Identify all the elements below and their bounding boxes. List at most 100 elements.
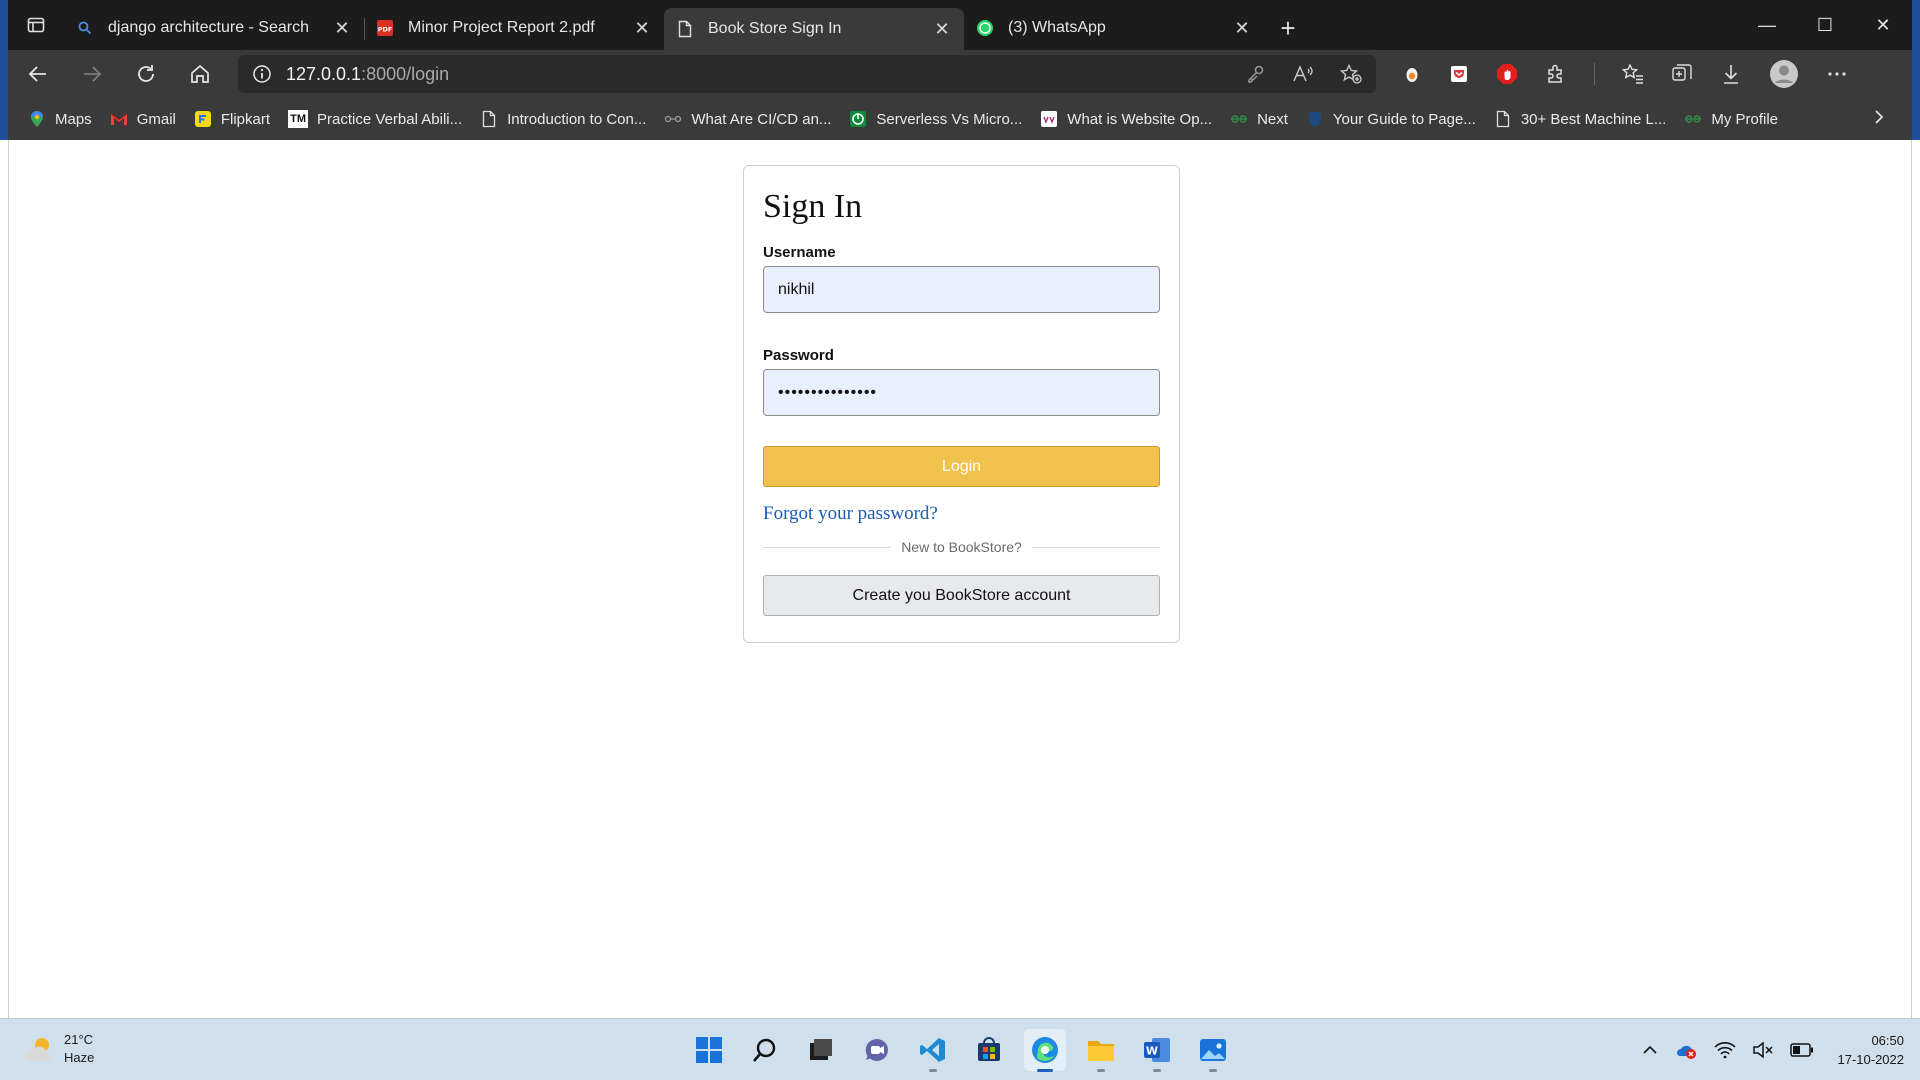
bookmark-label: Practice Verbal Abili...: [317, 110, 463, 128]
tab-actions-button[interactable]: [8, 0, 64, 50]
bookmark-cicd[interactable]: What Are CI/CD an...: [664, 110, 831, 128]
bookmark-your-guide[interactable]: Your Guide to Page...: [1306, 110, 1476, 128]
collections-icon[interactable]: [1671, 63, 1693, 85]
bookmark-practice-verbal[interactable]: TM Practice Verbal Abili...: [288, 110, 462, 128]
tab-minor-project-pdf[interactable]: PDF Minor Project Report 2.pdf ✕: [364, 8, 664, 48]
bookmark-machine-learning[interactable]: 30+ Best Machine L...: [1494, 110, 1666, 128]
maximize-icon[interactable]: ☐: [1796, 15, 1854, 36]
cicd-icon: [664, 110, 682, 128]
word-icon: W: [1144, 1038, 1170, 1062]
tab-close-icon[interactable]: ✕: [932, 19, 952, 40]
add-favorite-icon[interactable]: [1340, 64, 1362, 84]
document-icon: [480, 110, 498, 128]
bookmark-website-optimization[interactable]: What is Website Op...: [1040, 110, 1212, 128]
refresh-button[interactable]: [122, 54, 170, 94]
battery-icon[interactable]: [1789, 1043, 1814, 1057]
taskbar-word[interactable]: W: [1136, 1029, 1178, 1072]
task-view-icon: [810, 1039, 832, 1060]
username-input[interactable]: [763, 266, 1160, 313]
tab-book-store-sign-in[interactable]: Book Store Sign In ✕: [664, 8, 964, 50]
home-button[interactable]: [176, 54, 224, 94]
refresh-icon: [138, 65, 154, 82]
weather-condition: Haze: [64, 1050, 95, 1065]
onedrive-error-icon[interactable]: [1674, 1040, 1698, 1060]
shield-icon: [1306, 110, 1324, 128]
login-button[interactable]: Login: [763, 446, 1160, 487]
tab-title: django architecture - Search: [108, 19, 309, 36]
bookmark-serverless[interactable]: Serverless Vs Micro...: [849, 110, 1022, 128]
more-menu-icon[interactable]: [1826, 63, 1848, 85]
bookmark-next[interactable]: Next: [1230, 110, 1288, 128]
url-text[interactable]: 127.0.0.1:8000/login: [286, 64, 1246, 85]
tab-django-search[interactable]: django architecture - Search ✕: [64, 8, 364, 48]
bookmark-gmail[interactable]: Gmail: [110, 110, 176, 128]
bookmark-label: My Profile: [1711, 110, 1779, 128]
task-view-button[interactable]: [800, 1029, 842, 1071]
speaker-muted-icon[interactable]: [1752, 1041, 1774, 1059]
tab-close-icon[interactable]: ✕: [632, 18, 652, 39]
bookmark-maps[interactable]: Maps: [28, 110, 92, 128]
pocket-icon[interactable]: [1449, 64, 1469, 84]
start-button[interactable]: [688, 1029, 730, 1071]
clock[interactable]: 06:50 17-10-2022: [1838, 1031, 1905, 1069]
taskbar-photos[interactable]: [1192, 1029, 1234, 1072]
flipkart-icon: [194, 110, 212, 128]
weather-haze-icon: [26, 1038, 51, 1061]
taskbar-vscode[interactable]: [912, 1029, 954, 1072]
back-button[interactable]: [14, 54, 62, 94]
taskbar-teams[interactable]: [856, 1029, 898, 1071]
profile-avatar-icon[interactable]: [1769, 59, 1799, 89]
tab-whatsapp[interactable]: (3) WhatsApp ✕: [964, 8, 1264, 48]
weather-widget[interactable]: 21°C Haze: [22, 1031, 94, 1067]
extension-orange-icon[interactable]: [1402, 64, 1422, 84]
close-window-icon[interactable]: ✕: [1854, 15, 1912, 36]
read-aloud-icon[interactable]: [1292, 64, 1314, 84]
chevron-up-icon[interactable]: [1642, 1042, 1658, 1058]
window-edge-right: [1912, 0, 1920, 140]
running-indicator: [929, 1069, 937, 1072]
tab-close-icon[interactable]: ✕: [1232, 18, 1252, 39]
forgot-password-link[interactable]: Forgot your password?: [763, 503, 1160, 525]
running-indicator: [1209, 1069, 1217, 1072]
tab-title: Book Store Sign In: [708, 20, 842, 37]
url-host: 127.0.0.1: [286, 63, 362, 84]
forward-button[interactable]: [68, 54, 116, 94]
gfg-icon: [1230, 110, 1248, 128]
taskbar: 21°C Haze W 06:50 17-10-2022: [0, 1018, 1920, 1080]
wifi-icon[interactable]: [1713, 1041, 1736, 1059]
window-edge-left: [0, 0, 8, 140]
extensions-puzzle-icon[interactable]: [1545, 63, 1567, 85]
adblock-icon[interactable]: [1496, 63, 1518, 85]
bookmark-label: What Are CI/CD an...: [691, 110, 832, 128]
photos-icon: [1200, 1039, 1226, 1061]
taskbar-file-explorer[interactable]: [1080, 1029, 1122, 1072]
weather-temperature: 21°C: [64, 1032, 94, 1047]
back-arrow-icon: [28, 66, 46, 82]
address-bar[interactable]: 127.0.0.1:8000/login: [238, 55, 1376, 93]
taskbar-store[interactable]: [968, 1029, 1010, 1071]
search-icon: [753, 1038, 776, 1062]
url-path: :8000/login: [361, 63, 450, 84]
edge-icon: [1032, 1037, 1058, 1063]
favorites-icon[interactable]: [1622, 63, 1644, 85]
bookmark-flipkart[interactable]: Flipkart: [194, 110, 270, 128]
taskbar-search-button[interactable]: [744, 1029, 786, 1071]
store-icon: [978, 1037, 1000, 1061]
new-user-divider: New to BookStore?: [763, 539, 1160, 555]
key-icon[interactable]: [1246, 64, 1266, 84]
downloads-icon[interactable]: [1720, 63, 1742, 85]
svg-text:PDF: PDF: [378, 26, 393, 34]
create-account-button[interactable]: Create you BookStore account: [763, 575, 1160, 616]
vscode-icon: [920, 1038, 945, 1062]
password-input[interactable]: [763, 369, 1160, 416]
new-tab-button[interactable]: +: [1268, 8, 1308, 48]
minimize-icon[interactable]: —: [1738, 15, 1796, 36]
tab-close-icon[interactable]: ✕: [332, 18, 352, 39]
bookmark-introduction[interactable]: Introduction to Con...: [480, 110, 646, 128]
bookmark-label: Flipkart: [220, 110, 271, 128]
taskbar-edge[interactable]: [1024, 1029, 1066, 1072]
site-info-icon[interactable]: [252, 64, 272, 84]
chevron-right-icon[interactable]: [1872, 109, 1886, 129]
toolbar-separator: [1594, 63, 1595, 85]
bookmark-my-profile[interactable]: My Profile: [1684, 110, 1778, 128]
